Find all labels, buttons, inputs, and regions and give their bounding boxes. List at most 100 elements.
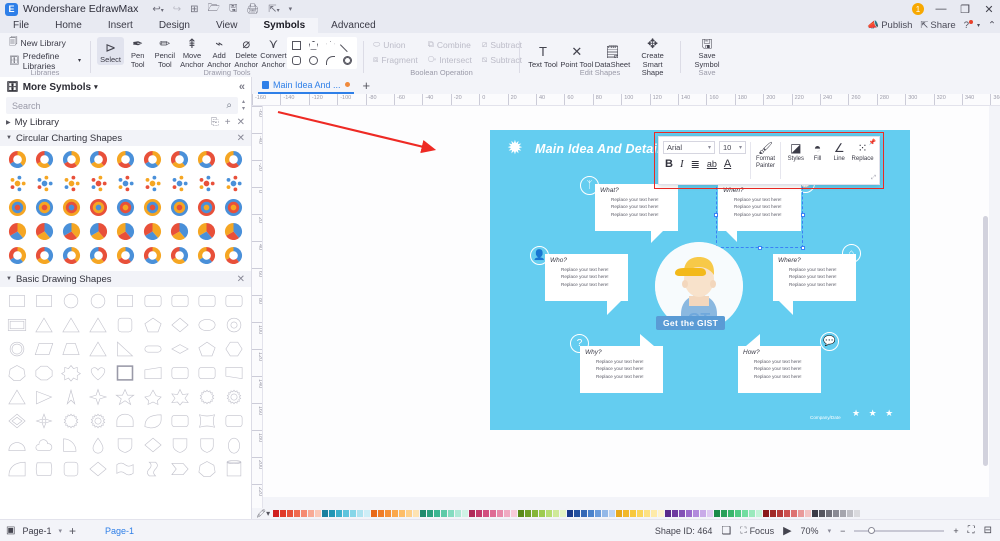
shape-thumbnail[interactable] [58, 289, 84, 312]
symbol-thumbnail[interactable] [221, 244, 247, 267]
color-swatch[interactable] [840, 510, 847, 517]
color-swatch[interactable] [714, 510, 721, 517]
color-swatch[interactable] [651, 510, 658, 517]
close-icon[interactable]: ✕ [237, 274, 245, 285]
rounded-square-icon[interactable] [288, 53, 305, 68]
color-swatch[interactable] [847, 510, 854, 517]
collapse-panel-icon[interactable]: « [239, 81, 245, 93]
shape-thumbnail[interactable] [167, 385, 193, 408]
shape-thumbnail[interactable] [85, 457, 111, 480]
color-swatch[interactable] [756, 510, 763, 517]
shape-thumbnail[interactable] [221, 289, 247, 312]
section-my-library[interactable]: ▶ My Library ⎘ + ✕ [0, 114, 251, 130]
symbol-thumbnail[interactable] [31, 196, 57, 219]
color-swatch[interactable] [525, 510, 532, 517]
fragment-button[interactable]: ⧈ Fragment [370, 52, 421, 67]
color-swatch[interactable] [371, 510, 378, 517]
spiral-icon[interactable] [339, 53, 356, 68]
color-swatch[interactable] [413, 510, 420, 517]
symbol-thumbnail[interactable] [58, 220, 84, 243]
shape-thumbnail[interactable] [58, 361, 84, 384]
align-button[interactable]: ≣ [691, 158, 700, 171]
open-icon[interactable]: 🗁 [208, 1, 220, 18]
shape-thumbnail[interactable] [85, 289, 111, 312]
intersect-button[interactable]: ⧂ Intersect [425, 52, 475, 67]
symbol-thumbnail[interactable] [140, 196, 166, 219]
color-swatch[interactable] [350, 510, 357, 517]
bold-button[interactable]: B [665, 158, 673, 170]
symbol-thumbnail[interactable] [4, 196, 30, 219]
add-anchor-button[interactable]: ⌁ Add Anchor [206, 33, 233, 69]
shape-thumbnail[interactable] [4, 385, 30, 408]
symbol-thumbnail[interactable] [31, 148, 57, 171]
symbol-thumbnail[interactable] [221, 172, 247, 195]
shape-thumbnail[interactable] [58, 409, 84, 432]
color-swatch[interactable] [665, 510, 672, 517]
add-tab-button[interactable]: + [363, 78, 371, 93]
symbol-thumbnail[interactable] [112, 244, 138, 267]
publish-button[interactable]: 📣 Publish [867, 20, 912, 31]
layers-icon[interactable]: ❏ [721, 524, 731, 537]
color-swatch[interactable] [833, 510, 840, 517]
color-swatch[interactable] [385, 510, 392, 517]
shape-thumbnail[interactable] [31, 385, 57, 408]
color-swatch[interactable] [301, 510, 308, 517]
symbol-thumbnail[interactable] [4, 172, 30, 195]
symbol-thumbnail[interactable] [167, 244, 193, 267]
page-selector[interactable]: Page-1 [22, 526, 51, 536]
color-swatch[interactable] [742, 510, 749, 517]
shape-thumbnail[interactable] [4, 337, 30, 360]
zoom-slider-knob[interactable] [868, 526, 876, 534]
color-swatch[interactable] [854, 510, 861, 517]
symbol-thumbnail[interactable] [194, 220, 220, 243]
color-swatch[interactable] [322, 510, 329, 517]
pin-icon[interactable]: 📌 [869, 139, 876, 146]
menu-tab-file[interactable]: File [0, 18, 42, 33]
ribbon-right-actions[interactable]: 📣 Publish ⇱ Share ? ▾ ⌃ [867, 18, 996, 33]
convert-anchor-button[interactable]: ⋎ Convert Anchor [260, 33, 287, 69]
zoom-slider[interactable] [854, 526, 945, 534]
symbol-thumbnail[interactable] [112, 196, 138, 219]
shape-thumbnail[interactable] [140, 385, 166, 408]
color-swatch[interactable] [294, 510, 301, 517]
fit-page-icon[interactable]: ⛶ [968, 525, 975, 536]
color-swatch[interactable] [539, 510, 546, 517]
shape-thumbnail[interactable] [4, 433, 30, 456]
close-icon[interactable]: ✕ [237, 133, 245, 144]
shape-thumbnail[interactable] [194, 433, 220, 456]
chevron-down-icon[interactable]: ▾ [58, 527, 62, 535]
color-swatch[interactable] [287, 510, 294, 517]
symbol-thumbnail[interactable] [167, 220, 193, 243]
shape-thumbnail[interactable] [112, 289, 138, 312]
symbol-thumbnail[interactable] [194, 244, 220, 267]
symbol-thumbnail[interactable] [4, 148, 30, 171]
union-button[interactable]: ⬭ Union [370, 37, 421, 52]
section-basic-drawing-shapes[interactable]: ▼ Basic Drawing Shapes ✕ [0, 271, 251, 287]
vertical-ruler[interactable]: -60-40-200204060801001201401601802002202… [252, 106, 263, 519]
shape-thumbnail[interactable] [31, 337, 57, 360]
search-icon[interactable]: ⌕ [226, 100, 232, 111]
symbol-thumbnail[interactable] [58, 172, 84, 195]
color-swatch[interactable] [329, 510, 336, 517]
color-swatch[interactable] [532, 510, 539, 517]
shape-thumbnail[interactable] [85, 361, 111, 384]
zoom-dropdown-icon[interactable]: ▾ [828, 527, 832, 535]
undo-icon[interactable]: ↩▾ [152, 4, 163, 15]
presentation-icon[interactable]: ▶ [783, 524, 791, 537]
new-library-button[interactable]: 🗐 New Library [6, 35, 84, 50]
symbol-thumbnail[interactable] [221, 220, 247, 243]
shape-thumbnail[interactable] [112, 313, 138, 336]
subtract2-button[interactable]: ⧅ Subtract [479, 52, 525, 67]
plus-icon[interactable]: + [225, 117, 231, 128]
color-swatch[interactable] [343, 510, 350, 517]
symbol-thumbnail[interactable] [85, 148, 111, 171]
color-swatch[interactable] [616, 510, 623, 517]
font-family-select[interactable]: Arial ▾ [663, 141, 715, 154]
shape-thumbnail[interactable] [112, 337, 138, 360]
color-swatch[interactable] [511, 510, 518, 517]
color-swatch[interactable] [574, 510, 581, 517]
color-swatch[interactable] [819, 510, 826, 517]
add-page-button[interactable]: + [69, 524, 76, 538]
color-swatch[interactable] [434, 510, 441, 517]
close-icon[interactable]: ✕ [237, 117, 245, 128]
